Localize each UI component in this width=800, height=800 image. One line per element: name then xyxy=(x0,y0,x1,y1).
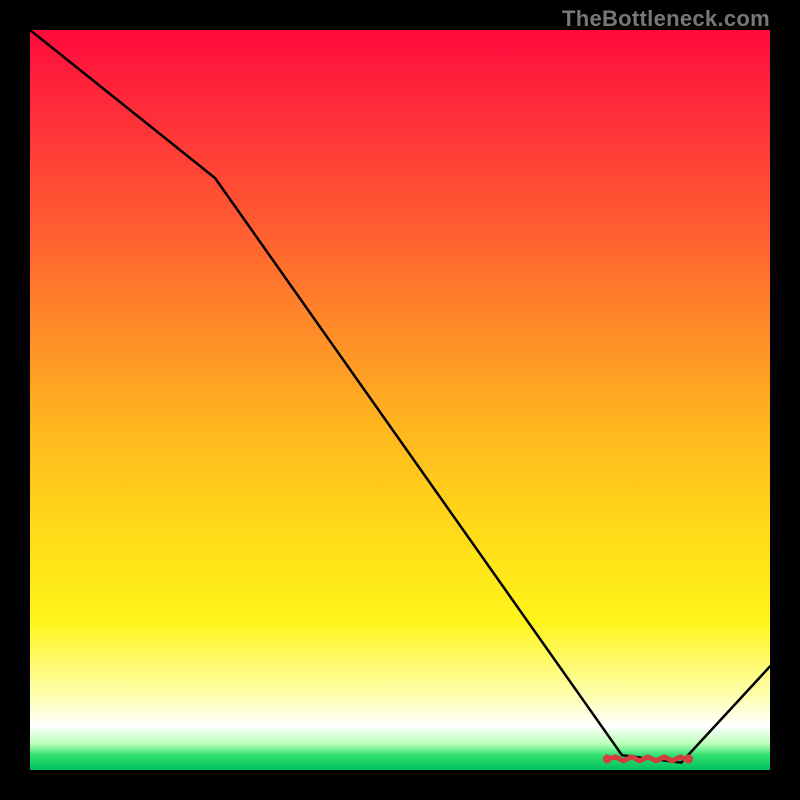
marker-endpoint xyxy=(603,754,612,763)
marker-endpoint xyxy=(684,754,693,763)
watermark-text: TheBottleneck.com xyxy=(562,6,770,32)
series-line xyxy=(30,30,770,763)
chart-frame: TheBottleneck.com xyxy=(0,0,800,800)
chart-overlay xyxy=(30,30,770,770)
line-series xyxy=(30,30,770,763)
marker-squiggle-path xyxy=(607,757,688,761)
